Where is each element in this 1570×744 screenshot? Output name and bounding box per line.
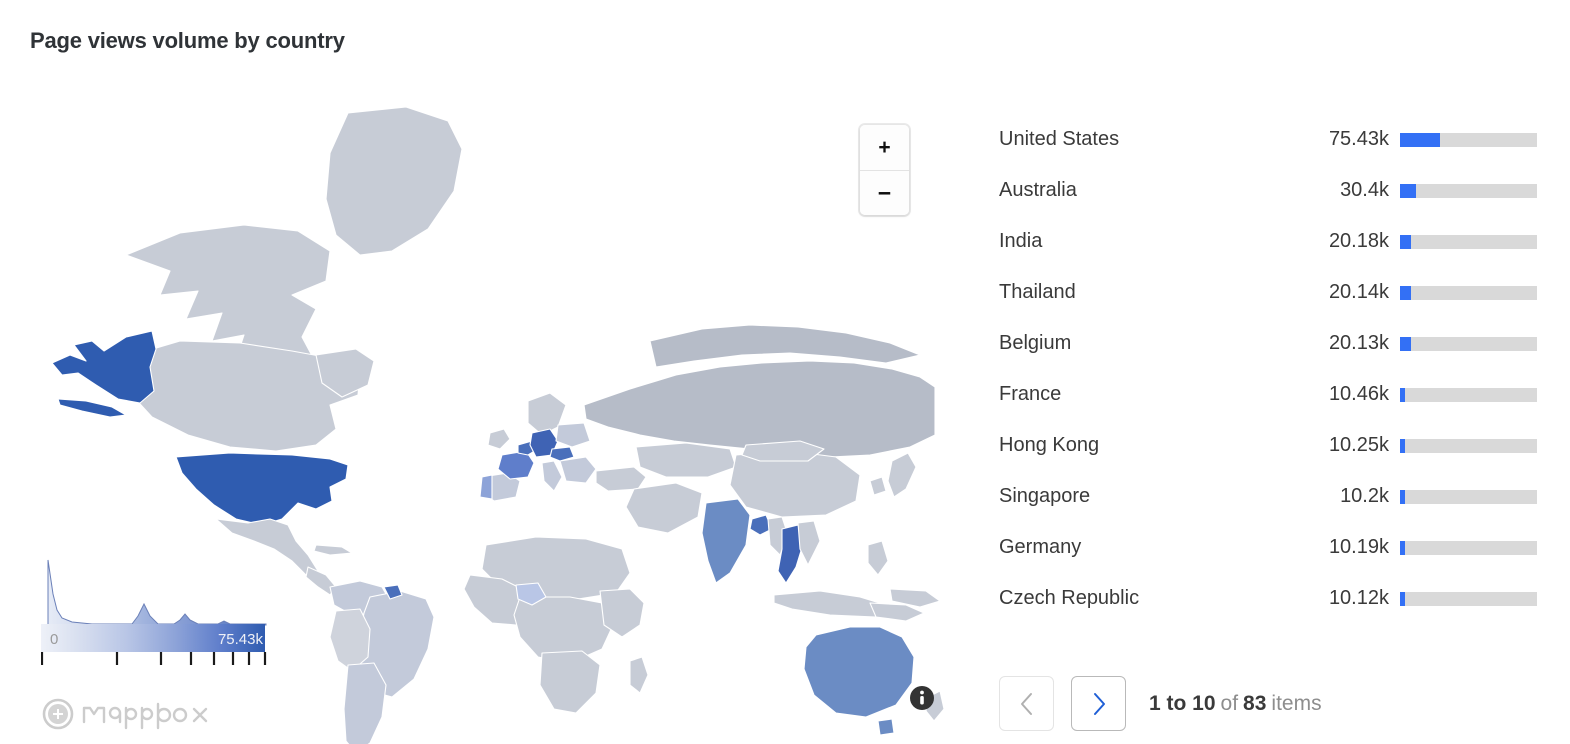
table-row[interactable]: Germany 10.19k [999,522,1539,573]
legend-min-label: 0 [50,631,59,648]
legend-tick-marks [41,652,267,665]
value-bar-fill [1400,336,1411,351]
table-row[interactable]: United States 75.43k [999,114,1539,165]
table-row[interactable]: France 10.46k [999,369,1539,420]
country-name: United States [999,128,1120,150]
value-bar-fill [1400,234,1411,249]
value-bar-track [1400,285,1537,300]
pagination-range: 1 to 10 [1149,691,1216,715]
table-row[interactable]: Czech Republic 10.12k [999,573,1539,624]
chevron-right-icon [1093,692,1105,715]
chevron-left-icon [1020,692,1032,715]
value-bar-fill [1400,591,1406,606]
country-value: 10.25k [1328,434,1389,456]
country-portugal [479,474,493,500]
value-bar-track [1400,438,1537,453]
value-bar-track [1400,489,1537,504]
page-views-by-country-widget: Page views volume by country + − 0 75.43… [0,0,1570,744]
table-row[interactable]: Thailand 20.14k [999,267,1539,318]
country-value: 20.18k [1328,230,1389,252]
mapbox-logo[interactable] [40,696,215,732]
country-value: 20.13k [1328,332,1389,354]
country-value: 10.2k [1340,485,1389,507]
country-value: 10.19k [1328,536,1389,558]
country-value: 10.12k [1328,587,1389,609]
legend-max-label: 75.43k [217,631,263,648]
map-legend: 0 75.43k [40,554,275,666]
value-bar-track [1400,183,1537,198]
table-row[interactable]: Singapore 10.2k [999,471,1539,522]
country-value: 30.4k [1340,179,1389,201]
country-value: 75.43k [1328,128,1389,150]
country-name: Hong Kong [999,434,1100,456]
table-row[interactable]: Australia 30.4k [999,165,1539,216]
value-bar-track [1400,540,1537,555]
value-bar-fill [1400,438,1406,453]
table-row[interactable]: Hong Kong 10.25k [999,420,1539,471]
pagination-items-label: items [1271,691,1322,715]
value-bar-fill [1400,285,1411,300]
country-turkey [595,466,647,492]
country-name: Germany [999,536,1082,558]
country-name: Singapore [999,485,1091,507]
country-name: India [999,230,1043,252]
value-bar-track [1400,132,1537,147]
value-bar-track [1400,591,1537,606]
table-row[interactable]: Belgium 20.13k [999,318,1539,369]
pagination: 1 to 10 of 83 items [999,676,1322,731]
country-ranking-list: United States 75.43k Australia 30.4k Ind… [999,114,1539,624]
country-name: Australia [999,179,1077,201]
pagination-of: of [1220,691,1239,715]
value-bar-fill [1400,132,1440,147]
value-bar-fill [1400,183,1417,198]
value-bar-fill [1400,540,1406,555]
previous-page-button[interactable] [999,676,1054,731]
country-name: France [999,383,1062,405]
next-page-button[interactable] [1071,676,1126,731]
pagination-total: 83 [1243,691,1267,715]
value-bar-track [1400,234,1537,249]
map-info-icon[interactable] [909,685,935,711]
pagination-summary: 1 to 10 of 83 items [1149,692,1322,716]
value-bar-track [1400,387,1537,402]
value-bar-fill [1400,387,1406,402]
map-zoom-controls[interactable]: + − [860,125,909,215]
zoom-out-button[interactable]: − [860,170,909,215]
country-name: Czech Republic [999,587,1140,609]
zoom-in-button[interactable]: + [860,125,909,170]
country-value: 10.46k [1328,383,1389,405]
country-tasmania [877,718,895,736]
country-name: Belgium [999,332,1072,354]
legend-distribution-curve [47,559,267,626]
table-row[interactable]: India 20.18k [999,216,1539,267]
page-title: Page views volume by country [30,28,345,53]
value-bar-track [1400,336,1537,351]
country-value: 20.14k [1328,281,1389,303]
country-name: Thailand [999,281,1076,303]
choropleth-map[interactable]: + − 0 75.43k [30,105,945,744]
value-bar-fill [1400,489,1406,504]
